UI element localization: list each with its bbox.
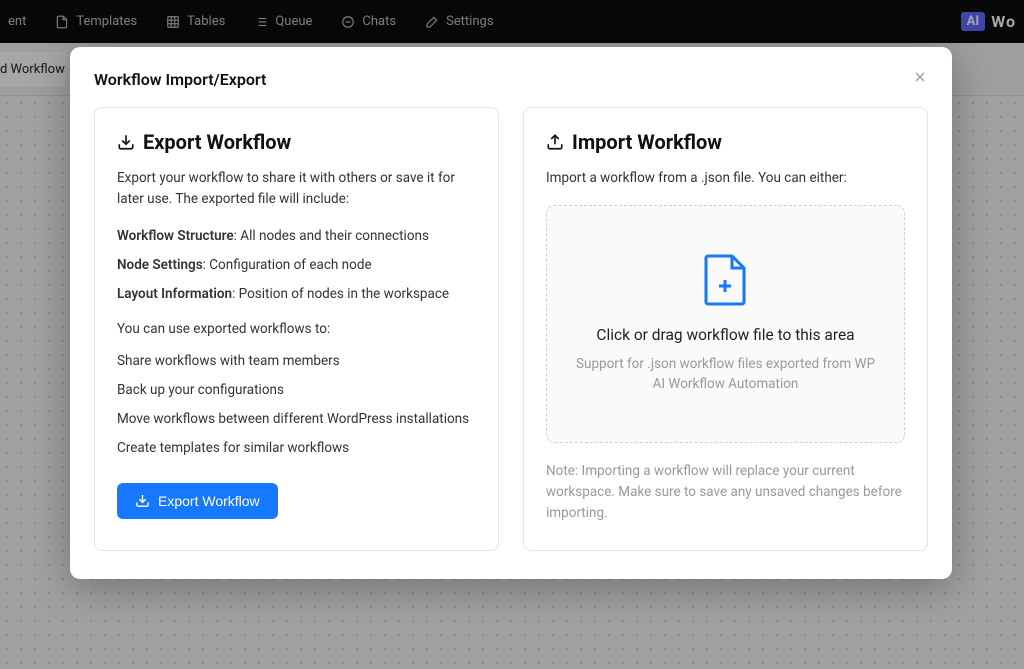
info-item: Workflow Structure: All nodes and their … <box>117 226 476 246</box>
import-title-text: Import Workflow <box>572 130 722 154</box>
dropzone-subtitle: Support for .json workflow files exporte… <box>576 354 876 395</box>
modal-header: Workflow Import/Export <box>94 69 928 89</box>
modal-title: Workflow Import/Export <box>94 70 266 89</box>
import-desc: Import a workflow from a .json file. You… <box>546 168 905 189</box>
dropzone-title: Click or drag workflow file to this area <box>596 326 854 344</box>
export-card: Export Workflow Export your workflow to … <box>94 107 499 551</box>
download-icon <box>117 133 135 151</box>
export-button[interactable]: Export Workflow <box>117 483 278 519</box>
export-info-list: Workflow Structure: All nodes and their … <box>117 226 476 305</box>
file-dropzone[interactable]: Click or drag workflow file to this area… <box>546 205 905 443</box>
file-add-icon <box>704 254 748 310</box>
use-list: Share workflows with team members Back u… <box>117 351 476 459</box>
import-card: Import Workflow Import a workflow from a… <box>523 107 928 551</box>
use-item: Back up your configurations <box>117 380 476 400</box>
export-desc: Export your workflow to share it with ot… <box>117 168 476 210</box>
info-item: Node Settings: Configuration of each nod… <box>117 255 476 275</box>
export-title-text: Export Workflow <box>143 130 291 154</box>
use-item: Create templates for similar workflows <box>117 438 476 458</box>
info-item: Layout Information: Position of nodes in… <box>117 284 476 304</box>
upload-icon <box>546 133 564 151</box>
use-intro: You can use exported workflows to: <box>117 321 476 337</box>
download-icon <box>135 493 150 508</box>
export-title: Export Workflow <box>117 130 476 154</box>
export-button-label: Export Workflow <box>158 493 260 509</box>
use-item: Move workflows between different WordPre… <box>117 409 476 429</box>
import-title: Import Workflow <box>546 130 905 154</box>
import-export-modal: Workflow Import/Export Export Workflow E… <box>70 47 952 579</box>
close-button[interactable] <box>912 69 928 89</box>
use-item: Share workflows with team members <box>117 351 476 371</box>
modal-body: Export Workflow Export your workflow to … <box>94 107 928 551</box>
import-note: Note: Importing a workflow will replace … <box>546 461 905 524</box>
close-icon <box>912 69 928 85</box>
